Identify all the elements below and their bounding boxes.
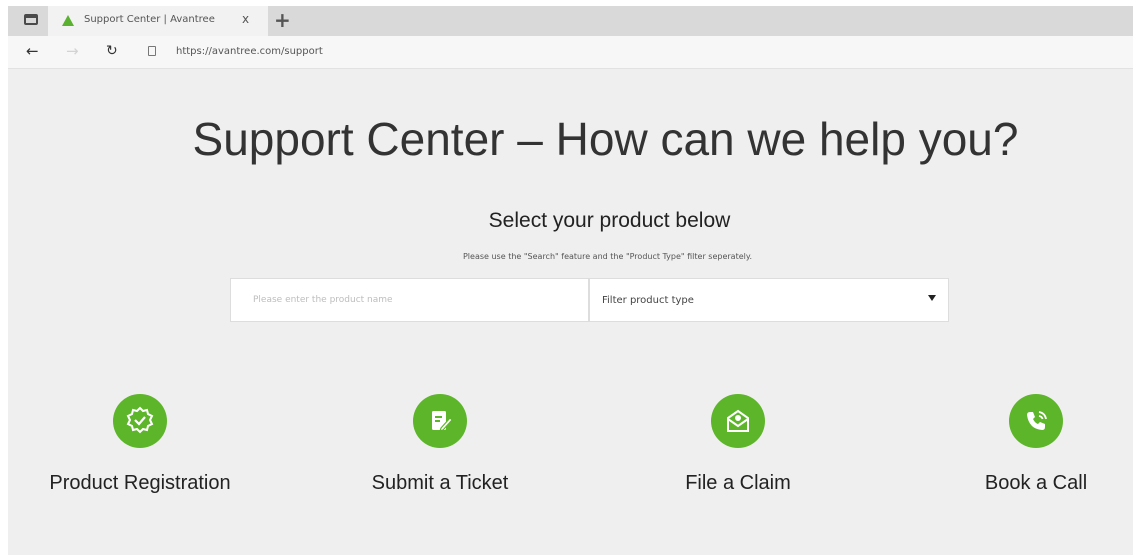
book-call-button[interactable]: Book a Call (906, 394, 1133, 495)
action-label: Submit a Ticket (371, 472, 509, 494)
product-search-input[interactable] (230, 278, 589, 322)
forward-button[interactable]: → (66, 42, 79, 60)
browser-window: Support Center | Avantree x + ← → ↻ http… (8, 6, 1133, 555)
browser-tab[interactable]: Support Center | Avantree x (48, 6, 268, 36)
product-type-select[interactable]: Filter product type (589, 278, 949, 322)
site-info-icon[interactable] (148, 46, 156, 56)
product-registration-button[interactable]: Product Registration (10, 394, 270, 495)
reload-button[interactable]: ↻ (106, 43, 118, 59)
avantree-logo-icon (62, 15, 74, 26)
address-bar: ← → ↻ https://avantree.com/support (8, 36, 1133, 69)
badge-check-icon (113, 394, 167, 448)
new-tab-button[interactable]: + (274, 8, 291, 32)
envelope-icon (711, 394, 765, 448)
search-hint: Please use the "Search" feature and the … (462, 252, 752, 261)
action-label: Product Registration (49, 472, 231, 494)
phone-icon (1009, 394, 1063, 448)
page-title: Support Center – How can we help you? (192, 113, 1019, 165)
submit-ticket-button[interactable]: Submit a Ticket (310, 394, 570, 495)
caret-down-icon (928, 295, 936, 301)
action-label: Book a Call (984, 472, 1088, 494)
back-button[interactable]: ← (26, 42, 39, 60)
tab-title: Support Center | Avantree (84, 14, 215, 25)
url-field[interactable]: https://avantree.com/support (176, 46, 323, 57)
section-subtitle: Select your product below (488, 209, 731, 232)
tab-bar: Support Center | Avantree x + (8, 6, 1133, 36)
file-claim-button[interactable]: File a Claim (608, 394, 868, 495)
product-type-selected: Filter product type (602, 295, 694, 306)
window-menu-icon[interactable] (24, 14, 38, 25)
tab-close-icon[interactable]: x (242, 12, 249, 26)
action-label: File a Claim (685, 472, 791, 494)
edit-document-icon (413, 394, 467, 448)
